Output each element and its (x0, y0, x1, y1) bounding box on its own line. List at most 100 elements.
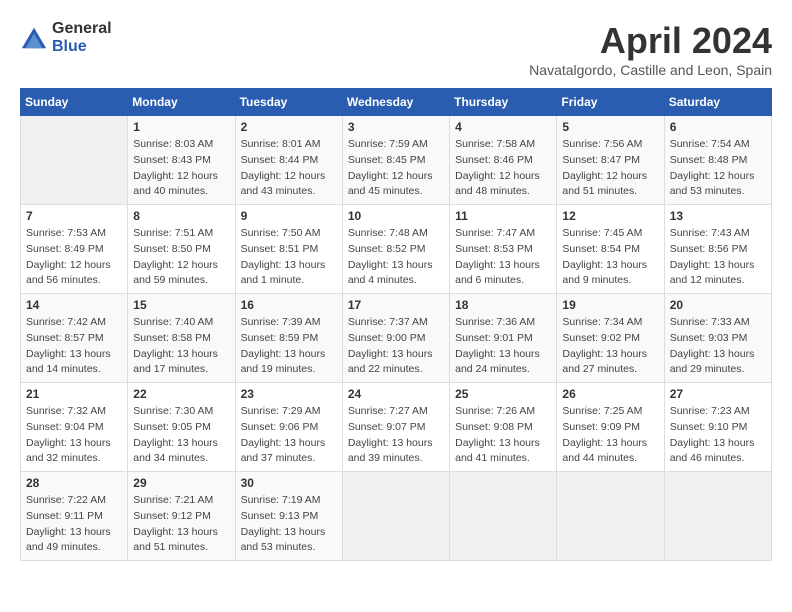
day-number: 3 (348, 120, 444, 134)
day-info: Sunrise: 7:32 AMSunset: 9:04 PMDaylight:… (26, 404, 122, 467)
calendar-cell (557, 472, 664, 561)
calendar-cell: 16 Sunrise: 7:39 AMSunset: 8:59 PMDaylig… (235, 294, 342, 383)
day-number: 18 (455, 298, 551, 312)
calendar-cell: 2 Sunrise: 8:01 AMSunset: 8:44 PMDayligh… (235, 116, 342, 205)
calendar-cell: 21 Sunrise: 7:32 AMSunset: 9:04 PMDaylig… (21, 383, 128, 472)
day-number: 6 (670, 120, 766, 134)
calendar-cell: 12 Sunrise: 7:45 AMSunset: 8:54 PMDaylig… (557, 205, 664, 294)
calendar-table: SundayMondayTuesdayWednesdayThursdayFrid… (20, 88, 772, 561)
day-info: Sunrise: 7:48 AMSunset: 8:52 PMDaylight:… (348, 226, 444, 289)
page-header: General Blue April 2024 Navatalgordo, Ca… (20, 20, 772, 78)
logo: General Blue (20, 20, 112, 55)
calendar-cell: 11 Sunrise: 7:47 AMSunset: 8:53 PMDaylig… (450, 205, 557, 294)
logo-blue: Blue (52, 38, 112, 56)
day-info: Sunrise: 7:43 AMSunset: 8:56 PMDaylight:… (670, 226, 766, 289)
day-number: 30 (241, 476, 337, 490)
day-info: Sunrise: 7:29 AMSunset: 9:06 PMDaylight:… (241, 404, 337, 467)
calendar-cell: 13 Sunrise: 7:43 AMSunset: 8:56 PMDaylig… (664, 205, 771, 294)
day-info: Sunrise: 7:23 AMSunset: 9:10 PMDaylight:… (670, 404, 766, 467)
day-info: Sunrise: 7:26 AMSunset: 9:08 PMDaylight:… (455, 404, 551, 467)
day-info: Sunrise: 7:19 AMSunset: 9:13 PMDaylight:… (241, 493, 337, 556)
calendar-cell: 28 Sunrise: 7:22 AMSunset: 9:11 PMDaylig… (21, 472, 128, 561)
calendar-cell: 15 Sunrise: 7:40 AMSunset: 8:58 PMDaylig… (128, 294, 235, 383)
day-info: Sunrise: 7:45 AMSunset: 8:54 PMDaylight:… (562, 226, 658, 289)
day-number: 21 (26, 387, 122, 401)
day-number: 24 (348, 387, 444, 401)
calendar-cell: 19 Sunrise: 7:34 AMSunset: 9:02 PMDaylig… (557, 294, 664, 383)
day-info: Sunrise: 7:21 AMSunset: 9:12 PMDaylight:… (133, 493, 229, 556)
weekday-header: Saturday (664, 89, 771, 116)
day-number: 9 (241, 209, 337, 223)
day-number: 17 (348, 298, 444, 312)
day-info: Sunrise: 7:25 AMSunset: 9:09 PMDaylight:… (562, 404, 658, 467)
calendar-cell: 23 Sunrise: 7:29 AMSunset: 9:06 PMDaylig… (235, 383, 342, 472)
day-number: 23 (241, 387, 337, 401)
day-info: Sunrise: 7:59 AMSunset: 8:45 PMDaylight:… (348, 137, 444, 200)
calendar-cell: 4 Sunrise: 7:58 AMSunset: 8:46 PMDayligh… (450, 116, 557, 205)
calendar-cell: 26 Sunrise: 7:25 AMSunset: 9:09 PMDaylig… (557, 383, 664, 472)
day-info: Sunrise: 7:42 AMSunset: 8:57 PMDaylight:… (26, 315, 122, 378)
calendar-cell: 20 Sunrise: 7:33 AMSunset: 9:03 PMDaylig… (664, 294, 771, 383)
calendar-cell: 10 Sunrise: 7:48 AMSunset: 8:52 PMDaylig… (342, 205, 449, 294)
weekday-header: Sunday (21, 89, 128, 116)
day-number: 29 (133, 476, 229, 490)
day-number: 27 (670, 387, 766, 401)
day-number: 8 (133, 209, 229, 223)
day-info: Sunrise: 7:33 AMSunset: 9:03 PMDaylight:… (670, 315, 766, 378)
day-number: 12 (562, 209, 658, 223)
day-number: 2 (241, 120, 337, 134)
calendar-week-row: 1 Sunrise: 8:03 AMSunset: 8:43 PMDayligh… (21, 116, 772, 205)
day-info: Sunrise: 7:50 AMSunset: 8:51 PMDaylight:… (241, 226, 337, 289)
day-number: 20 (670, 298, 766, 312)
day-number: 28 (26, 476, 122, 490)
calendar-cell: 14 Sunrise: 7:42 AMSunset: 8:57 PMDaylig… (21, 294, 128, 383)
calendar-week-row: 7 Sunrise: 7:53 AMSunset: 8:49 PMDayligh… (21, 205, 772, 294)
weekday-header-row: SundayMondayTuesdayWednesdayThursdayFrid… (21, 89, 772, 116)
calendar-week-row: 28 Sunrise: 7:22 AMSunset: 9:11 PMDaylig… (21, 472, 772, 561)
day-info: Sunrise: 7:47 AMSunset: 8:53 PMDaylight:… (455, 226, 551, 289)
calendar-cell: 1 Sunrise: 8:03 AMSunset: 8:43 PMDayligh… (128, 116, 235, 205)
calendar-cell: 29 Sunrise: 7:21 AMSunset: 9:12 PMDaylig… (128, 472, 235, 561)
title-section: April 2024 Navatalgordo, Castille and Le… (529, 20, 772, 78)
day-number: 1 (133, 120, 229, 134)
calendar-cell (21, 116, 128, 205)
day-info: Sunrise: 7:39 AMSunset: 8:59 PMDaylight:… (241, 315, 337, 378)
calendar-week-row: 21 Sunrise: 7:32 AMSunset: 9:04 PMDaylig… (21, 383, 772, 472)
day-info: Sunrise: 7:37 AMSunset: 9:00 PMDaylight:… (348, 315, 444, 378)
location: Navatalgordo, Castille and Leon, Spain (529, 62, 772, 78)
calendar-cell (342, 472, 449, 561)
calendar-cell: 9 Sunrise: 7:50 AMSunset: 8:51 PMDayligh… (235, 205, 342, 294)
logo-text: General Blue (52, 20, 112, 55)
day-info: Sunrise: 7:54 AMSunset: 8:48 PMDaylight:… (670, 137, 766, 200)
calendar-cell: 6 Sunrise: 7:54 AMSunset: 8:48 PMDayligh… (664, 116, 771, 205)
weekday-header: Friday (557, 89, 664, 116)
calendar-cell (450, 472, 557, 561)
day-number: 13 (670, 209, 766, 223)
day-number: 19 (562, 298, 658, 312)
day-number: 26 (562, 387, 658, 401)
calendar-cell: 22 Sunrise: 7:30 AMSunset: 9:05 PMDaylig… (128, 383, 235, 472)
day-info: Sunrise: 7:22 AMSunset: 9:11 PMDaylight:… (26, 493, 122, 556)
calendar-cell: 24 Sunrise: 7:27 AMSunset: 9:07 PMDaylig… (342, 383, 449, 472)
day-number: 25 (455, 387, 551, 401)
day-info: Sunrise: 7:27 AMSunset: 9:07 PMDaylight:… (348, 404, 444, 467)
calendar-week-row: 14 Sunrise: 7:42 AMSunset: 8:57 PMDaylig… (21, 294, 772, 383)
day-info: Sunrise: 7:58 AMSunset: 8:46 PMDaylight:… (455, 137, 551, 200)
day-info: Sunrise: 7:36 AMSunset: 9:01 PMDaylight:… (455, 315, 551, 378)
calendar-cell: 8 Sunrise: 7:51 AMSunset: 8:50 PMDayligh… (128, 205, 235, 294)
calendar-cell: 7 Sunrise: 7:53 AMSunset: 8:49 PMDayligh… (21, 205, 128, 294)
logo-general: General (52, 20, 112, 38)
day-info: Sunrise: 8:01 AMSunset: 8:44 PMDaylight:… (241, 137, 337, 200)
day-number: 11 (455, 209, 551, 223)
day-number: 16 (241, 298, 337, 312)
weekday-header: Thursday (450, 89, 557, 116)
calendar-cell: 25 Sunrise: 7:26 AMSunset: 9:08 PMDaylig… (450, 383, 557, 472)
day-info: Sunrise: 7:53 AMSunset: 8:49 PMDaylight:… (26, 226, 122, 289)
day-number: 22 (133, 387, 229, 401)
day-info: Sunrise: 8:03 AMSunset: 8:43 PMDaylight:… (133, 137, 229, 200)
day-number: 14 (26, 298, 122, 312)
calendar-cell (664, 472, 771, 561)
weekday-header: Wednesday (342, 89, 449, 116)
logo-icon (20, 24, 48, 52)
weekday-header: Tuesday (235, 89, 342, 116)
